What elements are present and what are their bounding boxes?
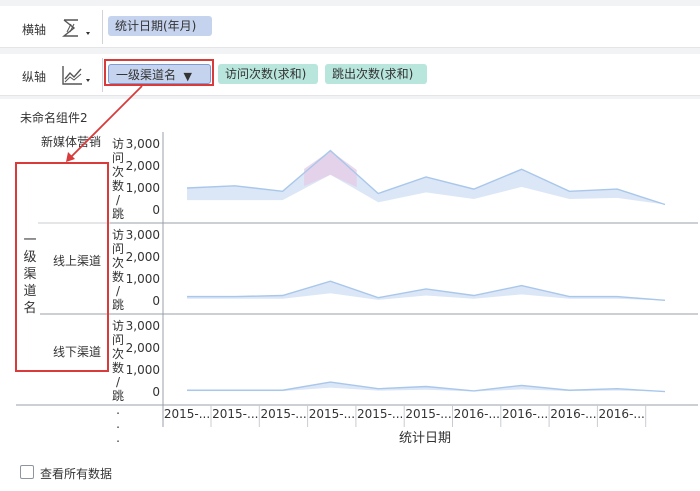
annotation-arrow: [66, 85, 143, 162]
